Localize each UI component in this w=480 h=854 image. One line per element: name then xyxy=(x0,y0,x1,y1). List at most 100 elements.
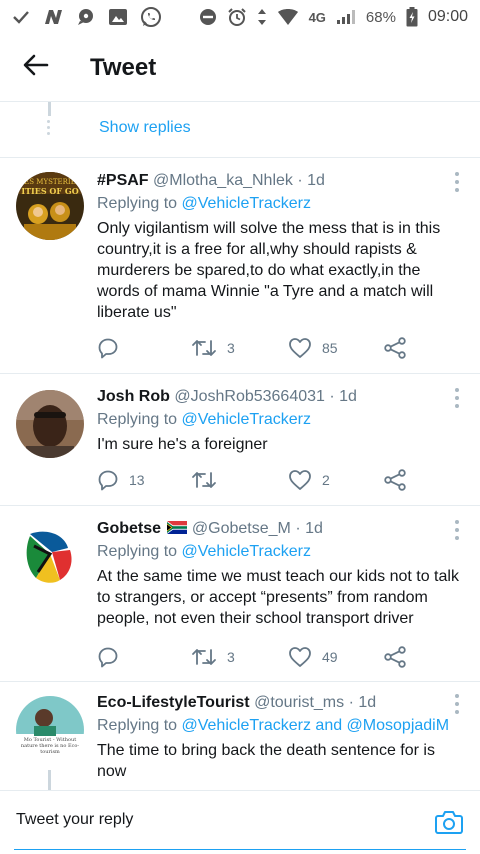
reply-button[interactable]: 13 xyxy=(97,468,145,492)
retweet-icon xyxy=(192,649,216,665)
avatar[interactable] xyxy=(16,522,84,590)
tweet-header: #PSAF @Mlotha_ka_Nhlek · 1d xyxy=(97,170,464,192)
like-button[interactable]: 2 xyxy=(288,468,330,492)
share-button[interactable] xyxy=(384,336,406,360)
battery-charging-icon xyxy=(406,7,418,27)
avatar[interactable]: Mo Tourist - Without nature there is no … xyxy=(16,696,84,764)
thread-line xyxy=(48,102,51,116)
tweet-actions: 13 2 xyxy=(97,468,417,492)
tweet-body: Eco-LifestyleTourist @tourist_ms · 1d Re… xyxy=(97,692,464,782)
do-not-disturb-icon xyxy=(199,8,217,26)
replying-label: Replying to xyxy=(97,411,178,428)
retweet-button[interactable]: 3 xyxy=(191,336,235,360)
more-options-icon[interactable] xyxy=(454,388,460,408)
retweet-count: 3 xyxy=(227,340,235,356)
share-button[interactable] xyxy=(384,645,406,669)
avatar-caption: Mo Tourist - Without nature there is no … xyxy=(20,737,80,755)
replying-to: Replying to @VehicleTrackerz and @Mosopj… xyxy=(97,714,464,738)
tweet-feed[interactable]: Show replies ES MYSTERIE ITIES OF GO #PS… xyxy=(0,102,480,790)
retweet-icon xyxy=(192,340,216,356)
image-icon xyxy=(108,8,128,26)
heart-icon xyxy=(289,470,311,490)
author-handle: @Gobetse_M xyxy=(191,520,291,537)
check-icon xyxy=(12,9,30,25)
thread-line xyxy=(48,770,51,790)
data-arrows-icon xyxy=(257,8,267,26)
more-options-icon[interactable] xyxy=(454,520,460,540)
status-bar-system: 4G 68% 09:00 xyxy=(199,7,468,27)
author-handle: @JoshRob53664031 xyxy=(174,388,325,405)
wifi-icon xyxy=(277,8,299,26)
tweet-time: · 1d xyxy=(295,520,323,537)
author-name[interactable]: Eco-LifestyleTourist xyxy=(97,694,250,711)
author-name[interactable]: Josh Rob xyxy=(97,388,170,405)
signal-icon xyxy=(336,9,356,25)
reply-icon xyxy=(98,338,118,359)
avatar[interactable] xyxy=(16,390,84,458)
battery-percent: 68% xyxy=(365,8,396,26)
like-button[interactable]: 49 xyxy=(288,645,338,669)
mention-link[interactable]: @VehicleTrackerz xyxy=(182,411,311,428)
tweet-time: · 1d xyxy=(348,694,377,711)
mention-link[interactable]: @VehicleTrackerz xyxy=(182,543,311,560)
south-africa-flag-icon xyxy=(167,519,188,534)
svg-text:ITIES OF GO: ITIES OF GO xyxy=(21,186,78,196)
tweet[interactable]: Mo Tourist - Without nature there is no … xyxy=(0,682,480,790)
reply-icon xyxy=(98,647,118,668)
tweet-body: #PSAF @Mlotha_ka_Nhlek · 1d Replying to … xyxy=(97,170,464,323)
reply-icon xyxy=(98,470,118,491)
share-icon xyxy=(384,646,406,668)
retweet-count: 3 xyxy=(227,649,235,665)
author-name[interactable]: #PSAF xyxy=(97,172,149,189)
tweet-time: · 1d xyxy=(297,172,325,189)
retweet-icon xyxy=(192,472,216,488)
more-options-icon[interactable] xyxy=(454,694,460,714)
avatar[interactable]: ES MYSTERIE ITIES OF GO xyxy=(16,172,84,240)
reply-button[interactable] xyxy=(97,645,129,669)
reply-composer xyxy=(0,790,480,854)
replying-label: Replying to xyxy=(97,717,178,734)
tweet-time: · 1d xyxy=(329,388,357,405)
tweet-body: Gobetse @Gobetse_M · 1d Replying to @Veh… xyxy=(97,518,464,629)
tweet-text: At the same time we must teach our kids … xyxy=(97,568,459,627)
reply-input[interactable] xyxy=(16,811,406,829)
tweet-actions: 3 85 xyxy=(97,336,417,360)
back-arrow-icon xyxy=(23,54,49,81)
replying-to: Replying to @VehicleTrackerz xyxy=(97,540,464,564)
tweet-body: Josh Rob @JoshRob53664031 · 1d Replying … xyxy=(97,386,464,455)
reply-count: 13 xyxy=(129,472,145,488)
like-count: 49 xyxy=(322,649,338,665)
tweet-header: Gobetse @Gobetse_M · 1d xyxy=(97,518,464,540)
clock: 09:00 xyxy=(427,8,468,25)
show-replies-link[interactable]: Show replies xyxy=(99,119,191,137)
mention-link[interactable]: @VehicleTrackerz xyxy=(182,195,311,212)
whatsapp-icon xyxy=(140,6,162,28)
reply-button[interactable] xyxy=(97,336,129,360)
back-button[interactable] xyxy=(0,34,72,102)
mention-link[interactable]: @VehicleTrackerz and @MosopjadiM xyxy=(182,717,450,734)
heart-icon xyxy=(289,647,311,667)
tweet-text: Only vigilantism will solve the mess tha… xyxy=(97,220,441,321)
chat-bubble-icon xyxy=(76,8,96,26)
replying-label: Replying to xyxy=(97,195,178,212)
share-icon xyxy=(384,337,406,359)
tweet-header: Josh Rob @JoshRob53664031 · 1d xyxy=(97,386,464,408)
heart-icon xyxy=(289,338,311,358)
retweet-button[interactable]: 3 xyxy=(191,645,235,669)
status-bar: 4G 68% 09:00 xyxy=(0,0,480,34)
page-title: Tweet xyxy=(90,53,157,81)
share-button[interactable] xyxy=(384,468,406,492)
replying-label: Replying to xyxy=(97,543,178,560)
tweet-actions: 3 49 xyxy=(97,645,417,669)
tweet-text: The time to bring back the death sentenc… xyxy=(97,742,435,780)
more-options-icon[interactable] xyxy=(454,172,460,192)
news-app-icon xyxy=(42,8,64,26)
tweet-text: I'm sure he's a foreigner xyxy=(97,436,268,453)
camera-button[interactable] xyxy=(434,807,464,837)
author-name[interactable]: Gobetse xyxy=(97,520,161,537)
show-replies-row: Show replies xyxy=(0,102,480,158)
like-button[interactable]: 85 xyxy=(288,336,338,360)
status-bar-notifications xyxy=(12,6,162,28)
like-count: 2 xyxy=(322,472,330,488)
retweet-button[interactable] xyxy=(191,468,227,492)
